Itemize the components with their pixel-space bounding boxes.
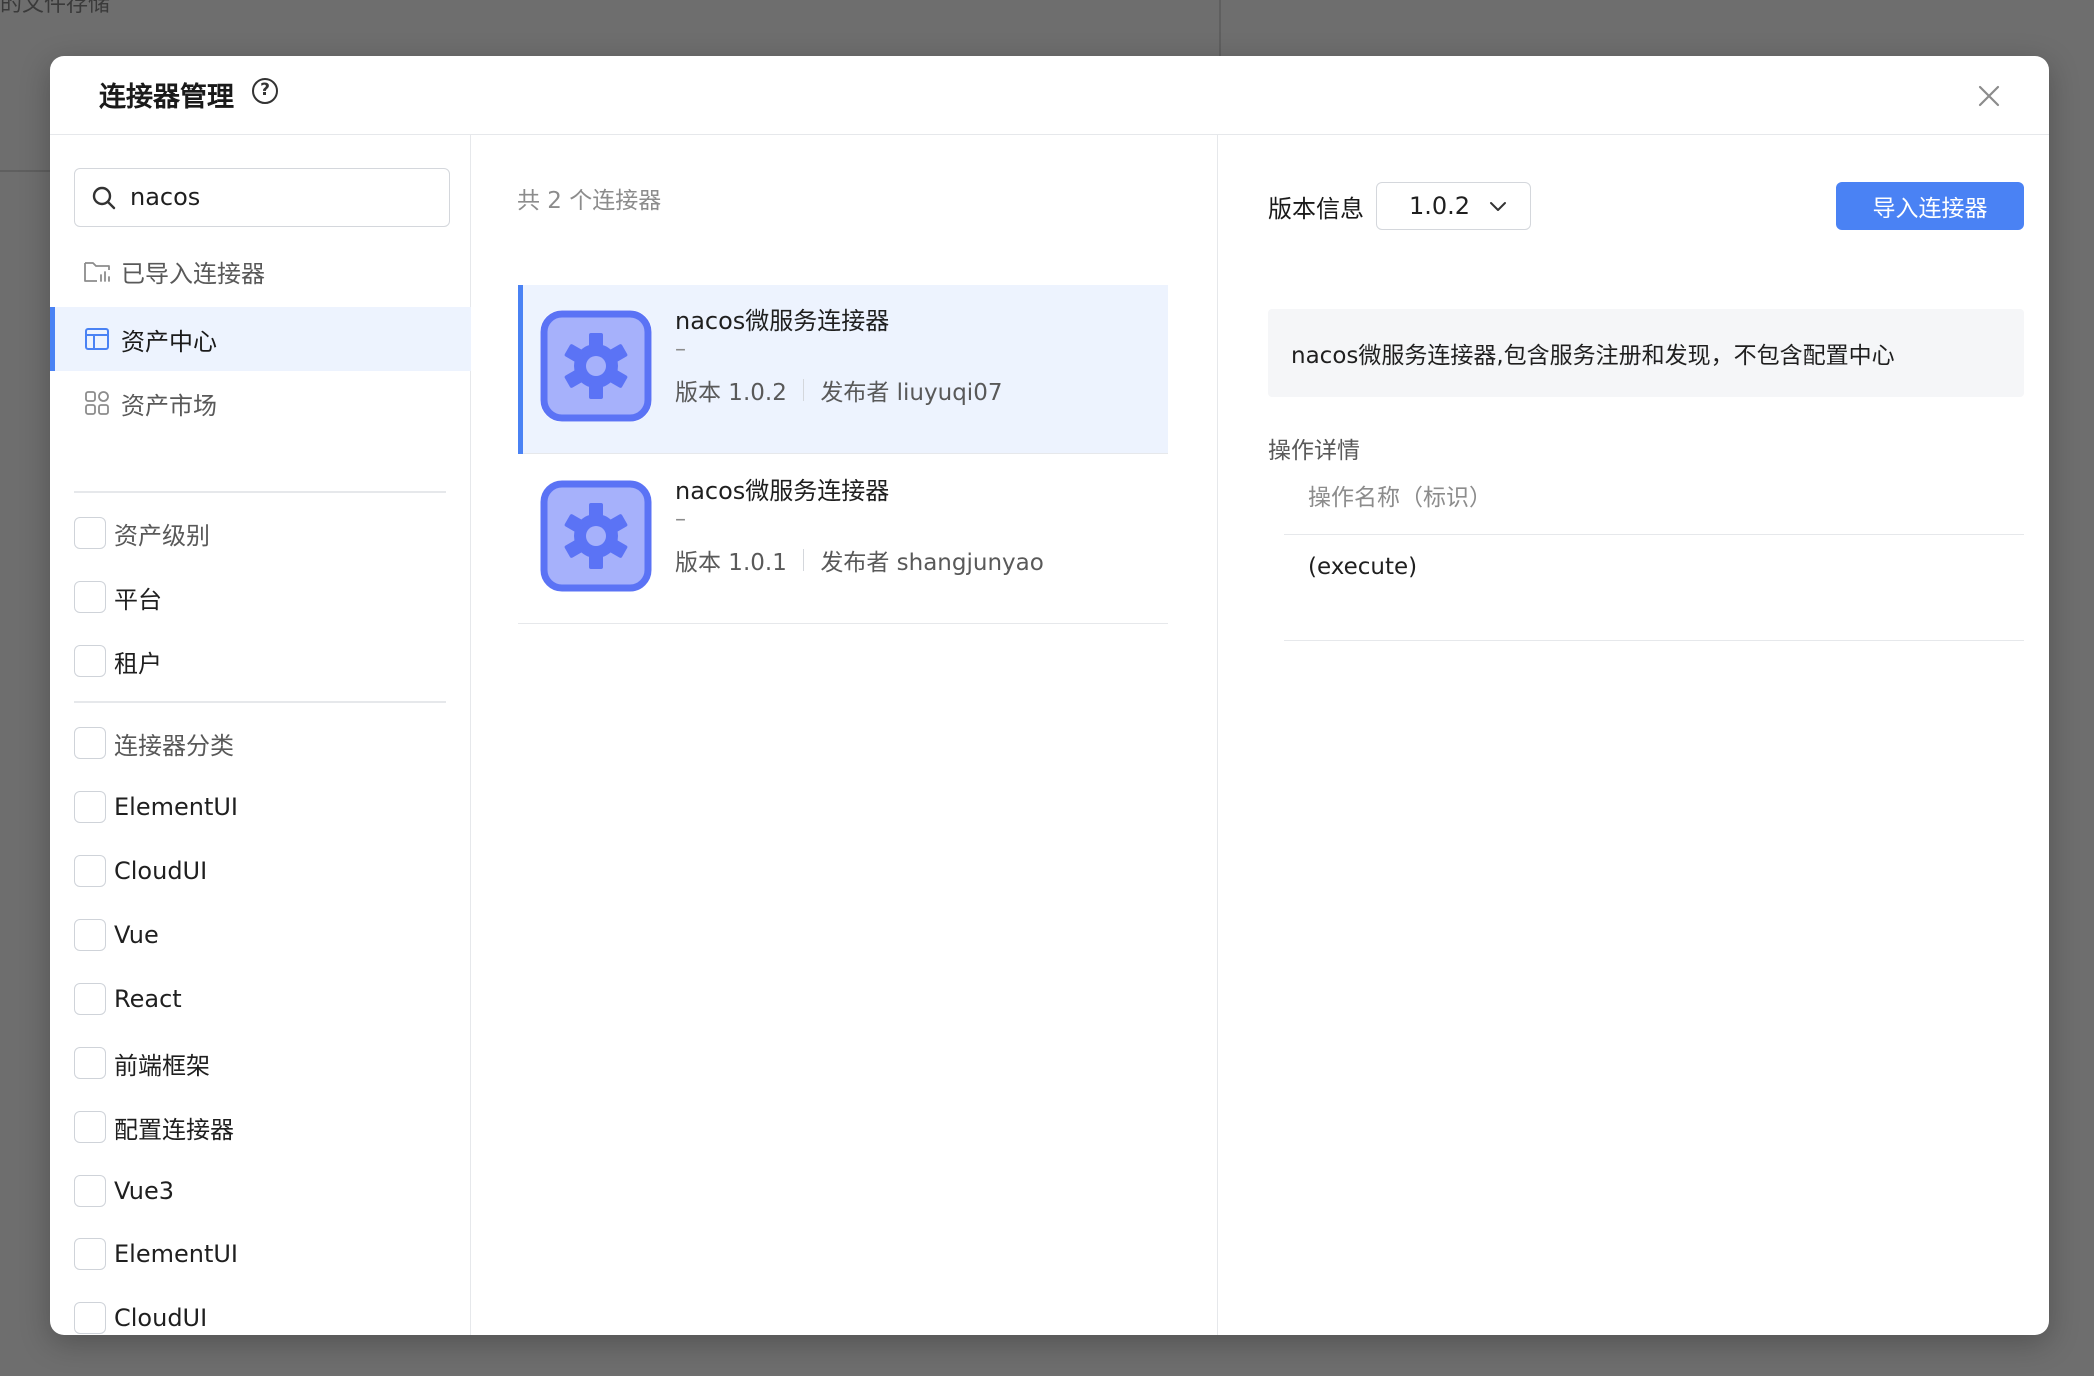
checkbox-label: ElementUI bbox=[114, 1240, 239, 1268]
import-connector-button[interactable]: 导入连接器 bbox=[1836, 182, 2024, 230]
chevron-down-icon bbox=[1490, 202, 1506, 211]
background-text: 的文件存储 bbox=[0, 0, 111, 17]
connector-publisher: 发布者 liuyuqi07 bbox=[820, 380, 1003, 406]
version-value: 1.0.2 bbox=[1409, 192, 1471, 220]
filter-category-item[interactable]: React bbox=[74, 982, 182, 1016]
divider bbox=[74, 491, 446, 493]
background-divider bbox=[0, 170, 50, 172]
filter-sidebar: 已导入连接器 资产中心 资产市场 资产级别 平台 bbox=[50, 135, 471, 1335]
checkbox-label: 配置连接器 bbox=[114, 1115, 234, 1144]
version-select[interactable]: 1.0.2 bbox=[1376, 182, 1531, 230]
checkbox[interactable] bbox=[74, 517, 106, 549]
checkbox[interactable] bbox=[74, 645, 106, 677]
checkbox[interactable] bbox=[74, 855, 106, 887]
checkbox[interactable] bbox=[74, 581, 106, 613]
operations-table-row: (execute) bbox=[1284, 535, 2024, 641]
connector-desc: – bbox=[675, 507, 686, 532]
checkbox-label: Vue bbox=[114, 921, 159, 949]
meta-separator bbox=[802, 379, 805, 401]
checkbox-label: React bbox=[114, 985, 182, 1013]
checkbox[interactable] bbox=[74, 1111, 106, 1143]
checkbox[interactable] bbox=[74, 1238, 106, 1270]
divider bbox=[74, 701, 446, 703]
connector-desc: – bbox=[675, 337, 686, 362]
connector-count: 共 2 个连接器 bbox=[517, 188, 662, 214]
checkbox[interactable] bbox=[74, 983, 106, 1015]
folder-chart-icon bbox=[84, 262, 110, 282]
checkbox-label: 前端框架 bbox=[114, 1051, 210, 1080]
dialog-header: 连接器管理 ? bbox=[50, 56, 2049, 135]
nav-label: 资产中心 bbox=[121, 327, 217, 356]
connector-description: nacos微服务连接器,包含服务注册和发现，不包含配置中心 bbox=[1268, 309, 2024, 397]
layout-icon bbox=[85, 328, 109, 350]
apps-icon bbox=[85, 391, 109, 415]
dialog-title: 连接器管理 bbox=[99, 82, 234, 113]
connector-version: 版本 1.0.1 bbox=[675, 550, 787, 576]
filter-category-item[interactable]: CloudUI bbox=[74, 854, 207, 888]
connector-manager-dialog: 连接器管理 ? 已导入连接器 资产中心 bbox=[50, 56, 2049, 1335]
checkbox-label: CloudUI bbox=[114, 1304, 208, 1332]
operations-table-header: 操作名称（标识） bbox=[1284, 455, 2024, 535]
checkbox-label: Vue3 bbox=[114, 1177, 175, 1205]
checkbox[interactable] bbox=[74, 1175, 106, 1207]
version-label: 版本信息 bbox=[1268, 195, 1364, 223]
filter-category-item[interactable]: 前端框架 bbox=[74, 1046, 210, 1080]
filter-platform[interactable]: 平台 bbox=[74, 580, 162, 614]
connector-meta: 版本 1.0.1 发布者 shangjunyao bbox=[675, 543, 1044, 577]
nav-label: 已导入连接器 bbox=[121, 259, 265, 288]
search-box[interactable] bbox=[74, 168, 450, 227]
filter-asset-level[interactable]: 资产级别 bbox=[74, 516, 210, 550]
connector-title: nacos微服务连接器 bbox=[675, 307, 890, 335]
connector-list: 共 2 个连接器 nacos微服务连接器 – 版本 1.0.2 发布者 liuy… bbox=[471, 135, 1218, 1335]
connector-version: 版本 1.0.2 bbox=[675, 380, 787, 406]
checkbox-label: CloudUI bbox=[114, 857, 208, 885]
nav-asset-center[interactable]: 资产中心 bbox=[50, 307, 471, 371]
connector-card[interactable]: nacos微服务连接器 – 版本 1.0.1 发布者 shangjunyao bbox=[518, 455, 1168, 624]
meta-separator bbox=[802, 549, 805, 571]
filter-tenant[interactable]: 租户 bbox=[74, 644, 162, 678]
search-input[interactable] bbox=[130, 179, 430, 215]
checkbox-label: 资产级别 bbox=[114, 521, 210, 550]
background-divider bbox=[1219, 0, 1221, 56]
checkbox-label: ElementUI bbox=[114, 793, 239, 821]
nav-asset-market[interactable]: 资产市场 bbox=[50, 371, 471, 435]
filter-category-item[interactable]: Vue3 bbox=[74, 1174, 174, 1208]
checkbox[interactable] bbox=[74, 919, 106, 951]
checkbox[interactable] bbox=[74, 1302, 106, 1334]
checkbox-label: 平台 bbox=[114, 585, 162, 614]
connector-card[interactable]: nacos微服务连接器 – 版本 1.0.2 发布者 liuyuqi07 bbox=[518, 285, 1168, 454]
filter-category-item[interactable]: ElementUI bbox=[74, 790, 238, 824]
checkbox[interactable] bbox=[74, 1047, 106, 1079]
checkbox-label: 连接器分类 bbox=[114, 731, 234, 760]
connector-title: nacos微服务连接器 bbox=[675, 477, 890, 505]
filter-connector-category[interactable]: 连接器分类 bbox=[74, 726, 234, 760]
filter-category-item[interactable]: CloudUI bbox=[74, 1301, 207, 1335]
filter-category-item[interactable]: ElementUI bbox=[74, 1237, 238, 1271]
gear-icon bbox=[540, 480, 652, 592]
connector-publisher: 发布者 shangjunyao bbox=[820, 550, 1044, 576]
nav-imported-connectors[interactable]: 已导入连接器 bbox=[50, 239, 471, 303]
checkbox[interactable] bbox=[74, 727, 106, 759]
connector-detail: 版本信息 1.0.2 导入连接器 nacos微服务连接器,包含服务注册和发现，不… bbox=[1218, 135, 2049, 1335]
nav-label: 资产市场 bbox=[121, 391, 217, 420]
checkbox-label: 租户 bbox=[114, 649, 162, 678]
close-icon[interactable] bbox=[1977, 84, 2001, 108]
gear-icon bbox=[540, 310, 652, 422]
filter-category-item[interactable]: Vue bbox=[74, 918, 159, 952]
search-icon bbox=[92, 186, 116, 210]
checkbox[interactable] bbox=[74, 791, 106, 823]
filter-category-item[interactable]: 配置连接器 bbox=[74, 1110, 234, 1144]
help-icon[interactable]: ? bbox=[252, 78, 278, 104]
connector-meta: 版本 1.0.2 发布者 liuyuqi07 bbox=[675, 373, 1002, 407]
